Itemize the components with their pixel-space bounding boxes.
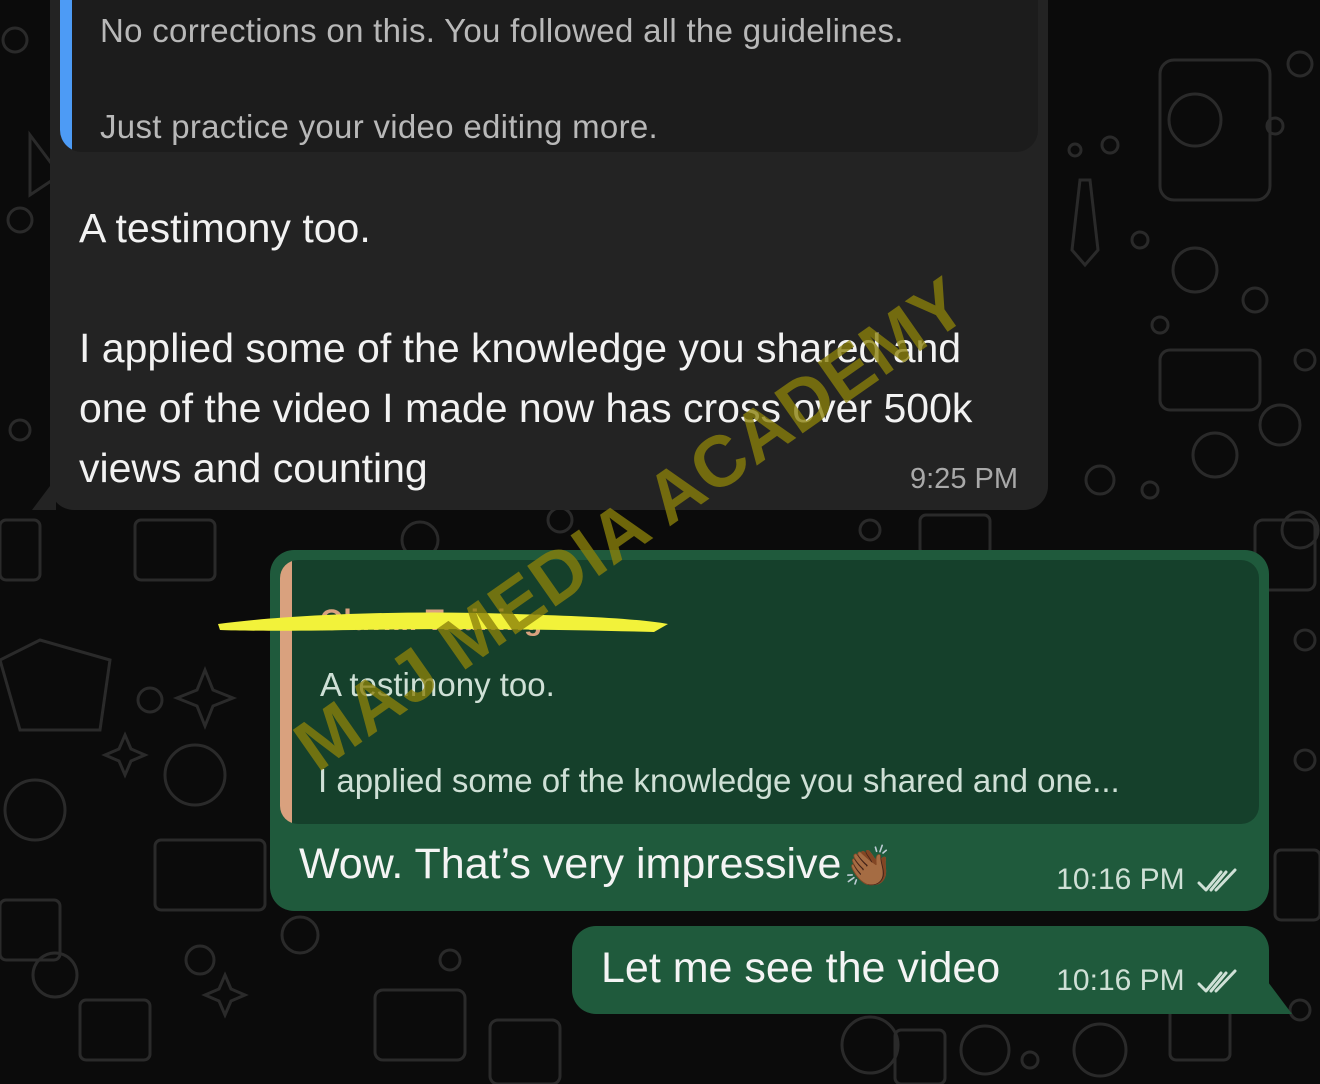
quoted-text-line-2: Just practice your video editing more. (100, 108, 658, 145)
incoming-message-bubble[interactable]: No corrections on this. You followed all… (50, 0, 1048, 510)
message-timestamp: 10:16 PM (1056, 863, 1185, 896)
quoted-text-line-1: No corrections on this. You followed all… (100, 12, 904, 49)
quote-accent-bar (280, 560, 292, 824)
message-paragraph-1: A testimony too. (79, 205, 371, 251)
message-text: Wow. That’s very impressive👏🏾 (299, 840, 893, 890)
message-text: A testimony too. I applied some of the k… (79, 198, 1009, 498)
message-body: Wow. That’s very impressive (299, 840, 842, 888)
quoted-message[interactable]: No corrections on this. You followed all… (60, 0, 1038, 152)
double-check-icon (1197, 868, 1237, 892)
quoted-message[interactable]: Oluw... Training A testimony too. I appl… (280, 560, 1259, 824)
quoted-text-line-2: I applied some of the knowledge you shar… (318, 762, 1120, 799)
message-meta: 10:16 PM (1056, 863, 1239, 897)
outgoing-message-bubble[interactable]: Let me see the video 10:16 PM (572, 926, 1269, 1014)
message-meta: 10:16 PM (1056, 964, 1239, 998)
bubble-tail (1268, 982, 1292, 1014)
message-timestamp: 10:16 PM (1056, 964, 1185, 997)
message-timestamp: 9:25 PM (910, 463, 1018, 495)
message-paragraph-2: I applied some of the knowledge you shar… (79, 325, 973, 491)
clapping-hands-emoji: 👏🏾 (843, 845, 894, 890)
bubble-tail (32, 478, 56, 510)
quoted-sender-name: Oluw... Training (320, 604, 543, 637)
message-text: Let me see the video (601, 944, 1001, 992)
double-check-icon (1197, 969, 1237, 993)
quote-accent-bar (60, 0, 72, 152)
outgoing-reply-bubble[interactable]: Oluw... Training A testimony too. I appl… (270, 550, 1269, 911)
quoted-text-line-1: A testimony too. (320, 666, 555, 703)
